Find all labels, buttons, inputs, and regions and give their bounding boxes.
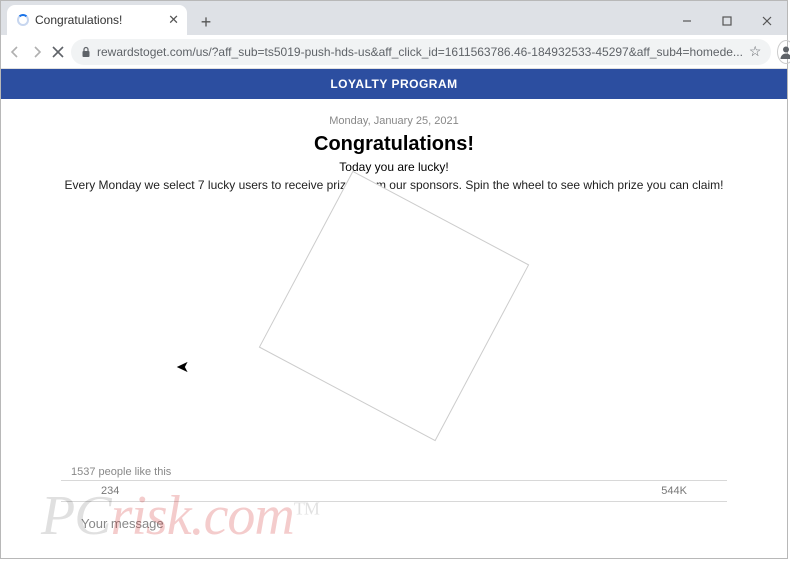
content-area: Monday, January 25, 2021 Congratulations… xyxy=(1,99,787,436)
person-icon xyxy=(778,44,790,60)
maximize-icon xyxy=(722,16,732,26)
profile-avatar[interactable] xyxy=(777,40,790,64)
close-icon xyxy=(762,16,772,26)
stats-right: 544K xyxy=(661,485,687,497)
message-input[interactable]: Your message xyxy=(81,516,164,531)
minimize-icon xyxy=(682,16,692,26)
browser-window: Congratulations! ✕ + xyxy=(0,0,788,559)
lock-icon xyxy=(81,46,91,58)
prize-wheel[interactable] xyxy=(259,171,529,441)
back-button[interactable] xyxy=(7,40,23,64)
stop-reload-button[interactable] xyxy=(51,40,65,64)
tab-bar: Congratulations! ✕ + xyxy=(1,1,787,35)
stats-left: 234 xyxy=(101,485,119,497)
loading-spinner-icon xyxy=(17,14,29,26)
close-tab-icon[interactable]: ✕ xyxy=(168,12,179,28)
new-tab-button[interactable]: + xyxy=(193,9,219,35)
page-content: LOYALTY PROGRAM Monday, January 25, 2021… xyxy=(1,69,787,558)
address-bar[interactable]: rewardstoget.com/us/?aff_sub=ts5019-push… xyxy=(71,39,771,65)
page-date: Monday, January 25, 2021 xyxy=(21,115,767,127)
maximize-button[interactable] xyxy=(707,7,747,35)
prize-wheel-area xyxy=(21,206,767,406)
stats-bar: 234 544K xyxy=(61,480,727,502)
page-description: Every Monday we select 7 lucky users to … xyxy=(21,178,767,192)
close-window-button[interactable] xyxy=(747,7,787,35)
bookmark-star-icon[interactable]: ☆ xyxy=(749,43,762,60)
page-subheading: Today you are lucky! xyxy=(21,160,767,174)
x-icon xyxy=(51,45,65,59)
minimize-button[interactable] xyxy=(667,7,707,35)
browser-tab[interactable]: Congratulations! ✕ xyxy=(7,5,187,35)
url-text: rewardstoget.com/us/?aff_sub=ts5019-push… xyxy=(97,45,743,59)
tab-title: Congratulations! xyxy=(35,13,122,27)
page-heading: Congratulations! xyxy=(21,133,767,156)
likes-text: 1537 people like this xyxy=(1,466,787,478)
arrow-right-icon xyxy=(29,44,45,60)
window-controls xyxy=(667,7,787,35)
loyalty-banner: LOYALTY PROGRAM xyxy=(1,69,787,99)
url-bar-row: rewardstoget.com/us/?aff_sub=ts5019-push… xyxy=(1,35,787,69)
arrow-left-icon xyxy=(7,44,23,60)
forward-button[interactable] xyxy=(29,40,45,64)
